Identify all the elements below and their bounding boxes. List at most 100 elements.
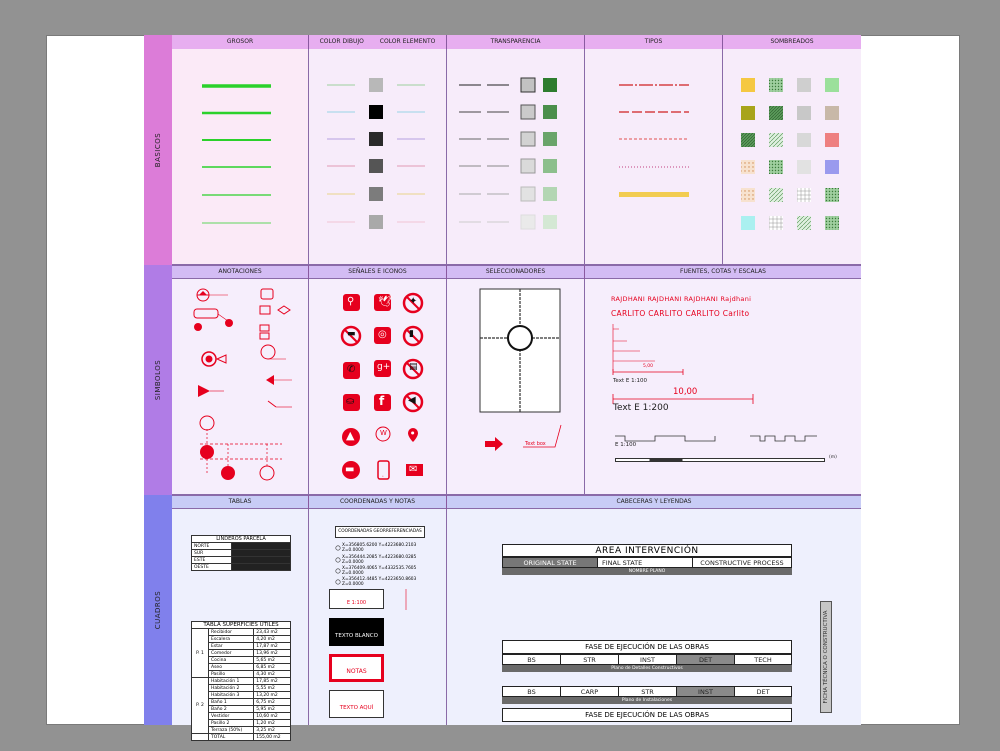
title-block-fase2-cells: BS CARP STR INST DET — [502, 686, 792, 697]
table-cell: 10,60 m2 — [253, 712, 291, 720]
header-fuentes: FUENTES, COTAS Y ESCALAS — [680, 268, 766, 275]
table-cell: 6,85 m2 — [253, 663, 291, 671]
fase1-cell: TECH — [754, 656, 772, 664]
vertical-tech-sheet-label: FICHA TÉCNICA O CONSTRUCTIVA — [823, 610, 829, 704]
google-plus-icon: g+ — [377, 362, 391, 372]
panel-fuentes: RAJDHANI RAJDHANI RAJDHANI Rajdhani CARL… — [585, 279, 861, 495]
title-block-states: ORIGINAL STATE FINAL STATE CONSTRUCTIVE … — [502, 557, 792, 568]
linderos-table: LINDEROS PARCELA NORTE SUR ESTE OESTE — [191, 535, 292, 571]
fase2-title: FASE DE EJECUCIÓN DE LAS OBRAS — [585, 711, 709, 719]
table-row: Pasillo — [207, 670, 255, 678]
table-cell: 6,75 m2 — [253, 698, 291, 706]
scale-bar-line — [615, 458, 825, 462]
table-row: Recibidor — [207, 628, 255, 636]
fase2-cell: DET — [756, 688, 770, 696]
header-cabeceras: CABECERAS Y LEYENDAS — [616, 498, 692, 505]
panel-transparencia — [447, 49, 585, 265]
mobile-icon: • — [382, 474, 384, 478]
header-coordenadas: COORDENADAS Y NOTAS — [309, 495, 447, 509]
section-basicos: BASICOS — [144, 35, 172, 265]
fase2-cell-active: INST — [677, 687, 735, 696]
title-block-plan-name: NOMBRE PLANO — [502, 568, 792, 575]
dim-small-value: 5,00 — [643, 364, 654, 369]
linderos-grid: NORTE SUR ESTE OESTE — [191, 542, 292, 571]
table-cell: 17,87 m2 — [253, 642, 291, 650]
table-cell: 13,20 m2 — [253, 691, 291, 699]
fase1-subtitle: Plano de Detalles Constructivos — [502, 665, 792, 672]
map-pin-icon: ● — [411, 430, 415, 435]
coords-line: X=356412.4485 Y=4223650.8603 Z=0.0000 — [342, 577, 417, 587]
coords-line: X=376409.4065 Y=4332535.7605 Z=0.0000 — [342, 566, 417, 576]
no-pedestrian-icon: ✦ — [409, 296, 418, 307]
table-row: Escalera — [207, 635, 255, 643]
table-cell: 5,65 m2 — [253, 656, 291, 664]
mail-icon: ✉ — [409, 464, 418, 475]
linderos-row: SUR — [191, 549, 232, 557]
scale-bar-unit: (m) — [829, 455, 837, 460]
table-row: Terraza (50%) — [207, 726, 255, 734]
table-cell: 1,20 m2 — [253, 719, 291, 727]
table-row: Habitación 3 — [207, 691, 255, 699]
table-cell: 23,43 m2 — [253, 628, 291, 636]
section-simbolos-label: SIMBOLOS — [154, 359, 162, 401]
superficies-floor: P. 2 — [191, 677, 209, 734]
twitter-icon: 🕊 — [378, 295, 392, 308]
linderos-row: OESTE — [191, 563, 232, 571]
instagram-icon: ◎ — [378, 329, 387, 340]
table-row: Vestidor — [207, 712, 255, 720]
text-scale-small: Text E 1:100 — [613, 378, 647, 384]
bathtub-icon: ⛀ — [346, 396, 355, 407]
state-final: FINAL STATE — [598, 558, 693, 567]
superficies-table: TABLA SUPERFICIES ÚTILES P. 1 Recibidor 2… — [191, 621, 291, 741]
annotation-symbols — [193, 288, 292, 481]
panel-anotaciones — [172, 279, 309, 495]
fase1-cell-active: DET — [677, 655, 735, 664]
note-red-box: NOTAS — [329, 654, 384, 682]
title-block-fase2: FASE DE EJECUCIÓN DE LAS OBRAS — [502, 708, 792, 722]
linderos-row: NORTE — [191, 542, 232, 550]
superficies-title: TABLA SUPERFICIES ÚTILES — [191, 621, 291, 628]
bicycle-icon: ⚲ — [347, 296, 355, 307]
header-sombreados: SOMBREADOS — [770, 38, 814, 45]
fase2-cell: STR — [619, 687, 677, 696]
linetype-samples — [619, 84, 689, 197]
header-tipos: TIPOS — [585, 35, 723, 49]
panel-color — [309, 49, 447, 265]
table-row: Habitación 2 — [207, 684, 255, 692]
grosor-lines — [202, 84, 271, 224]
panel-seleccionadores: Text box — [447, 279, 585, 495]
section-simbolos: SIMBOLOS — [144, 265, 172, 495]
header-seleccionadores: SELECCIONADORES — [447, 265, 585, 279]
fase2-cell: CARP — [561, 687, 619, 696]
note-plain-box: TEXTO AQUÍ — [329, 690, 384, 718]
table-row: Comedor — [207, 649, 255, 657]
hatch-samples — [741, 78, 839, 230]
header-tablas: TABLAS — [172, 495, 309, 509]
note-scale-box: E 1:100 — [329, 589, 384, 609]
table-cell: 5,55 m2 — [253, 684, 291, 692]
table-row: Cocina — [207, 656, 255, 664]
table-cell: 4,20 m2 — [253, 635, 291, 643]
panel-tablas: LINDEROS PARCELA NORTE SUR ESTE OESTE TA… — [172, 509, 309, 741]
signs-and-icons — [340, 292, 424, 480]
table-row: Pasillo 2 — [207, 719, 255, 727]
scale-bar — [615, 454, 825, 464]
panel-senales: ⚲ 🕊 ✦ ▬ ◎ ▮ ✆ g+ ▤ ⛀ f ◀ ▲ W ● ▬ • ✉ — [309, 279, 447, 495]
total-value: 155,00 m2 — [253, 733, 291, 741]
table-row: Aseo — [207, 663, 255, 671]
table-cell: 17,85 m2 — [253, 677, 291, 685]
table-row: Estar — [207, 642, 255, 650]
no-entry-road-icon: ▬ — [345, 464, 355, 475]
table-cell: 4,30 m2 — [253, 670, 291, 678]
header-senales: SEÑALES E ICONOS — [309, 265, 447, 279]
section-cuadros-label: CUADROS — [154, 590, 162, 630]
panel-sombreados — [723, 49, 861, 265]
fase2-cell: BS — [503, 687, 561, 696]
legend-frame: BASICOS SIMBOLOS CUADROS GROSOR COLOR DI… — [144, 35, 861, 741]
panel-coordenadas: COORDENADAS GEORREFERENCIADAS X=356805.6… — [309, 509, 447, 725]
fase1-cell: BS — [503, 655, 561, 664]
no-sound-icon: ◀ — [408, 395, 416, 406]
no-smoking-icon: ▬ — [347, 329, 356, 339]
selector-graphics — [479, 288, 562, 451]
header-color-elemento: COLOR ELEMENTO — [379, 38, 436, 45]
